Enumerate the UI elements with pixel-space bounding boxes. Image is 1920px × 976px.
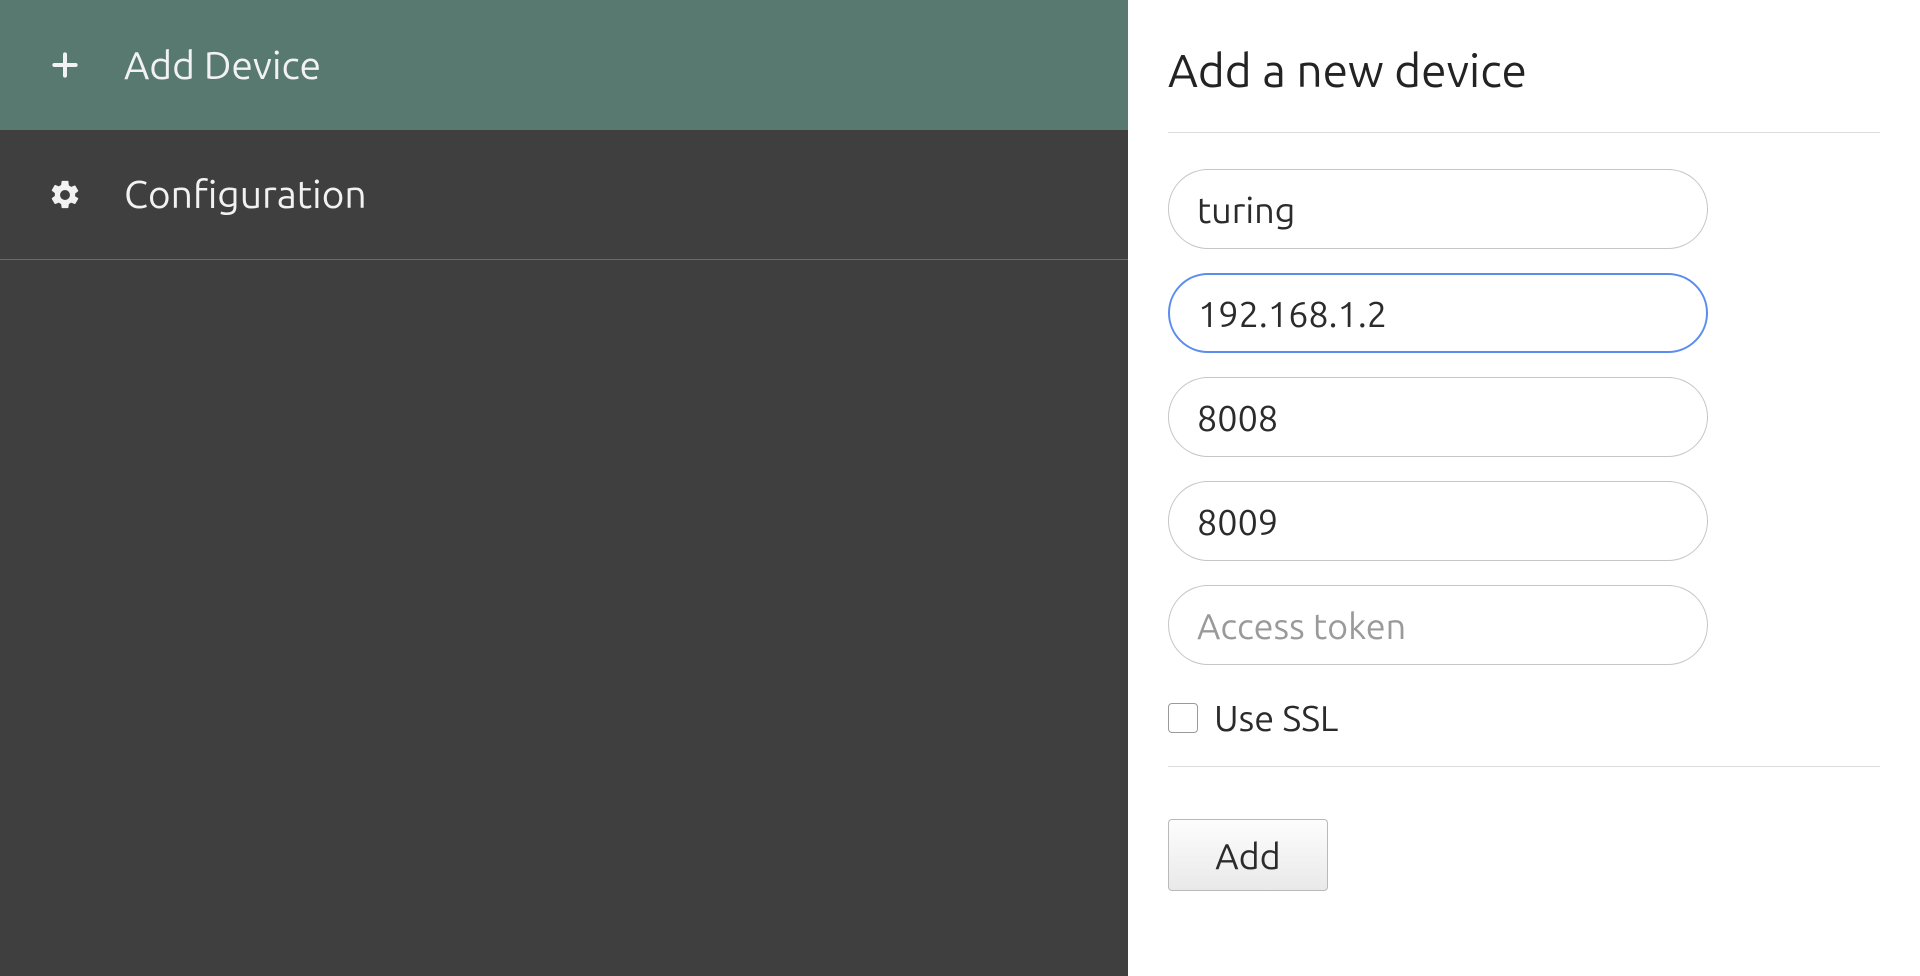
- sidebar-item-label: Configuration: [124, 173, 367, 216]
- gear-icon: [44, 178, 86, 212]
- sidebar-item-add-device[interactable]: Add Device: [0, 0, 1128, 130]
- use-ssl-label: Use SSL: [1214, 697, 1338, 738]
- device-host-input[interactable]: [1168, 273, 1708, 353]
- app-root: Add Device Configuration Add a new devic…: [0, 0, 1920, 976]
- device-port2-input[interactable]: [1168, 481, 1708, 561]
- main-panel: Add a new device Use SSL Add: [1128, 0, 1920, 976]
- sidebar-item-configuration[interactable]: Configuration: [0, 130, 1128, 260]
- submit-row: Add: [1168, 791, 1880, 891]
- add-device-form: Use SSL Add: [1168, 133, 1880, 891]
- sidebar: Add Device Configuration: [0, 0, 1128, 976]
- sidebar-item-label: Add Device: [124, 44, 321, 87]
- device-name-input[interactable]: [1168, 169, 1708, 249]
- access-token-input[interactable]: [1168, 585, 1708, 665]
- plus-icon: [44, 49, 86, 81]
- add-button[interactable]: Add: [1168, 819, 1328, 891]
- device-port1-input[interactable]: [1168, 377, 1708, 457]
- use-ssl-checkbox[interactable]: [1168, 703, 1198, 733]
- page-title: Add a new device: [1168, 44, 1880, 133]
- ssl-row: Use SSL: [1168, 697, 1880, 767]
